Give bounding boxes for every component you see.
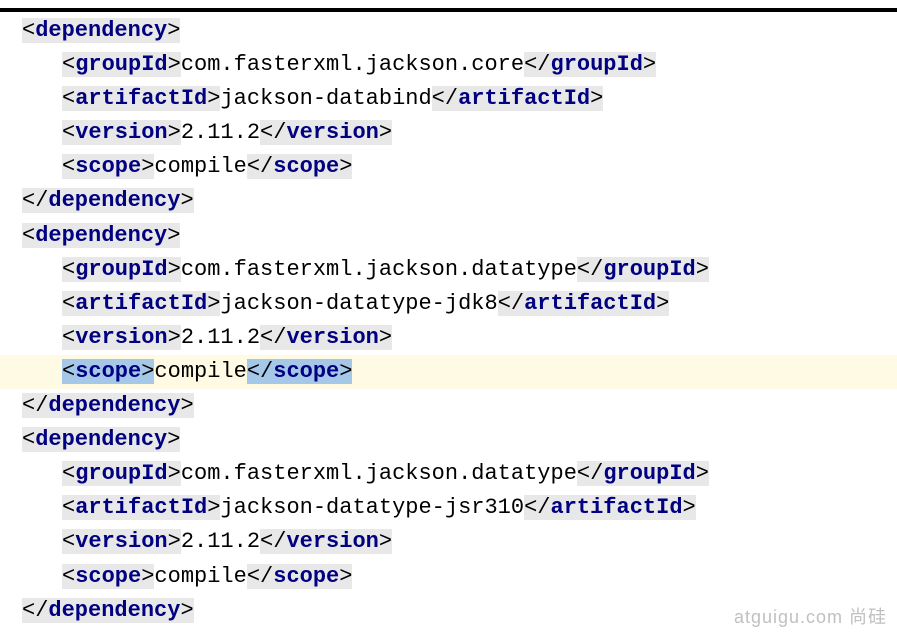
xml-line: <groupId>com.fasterxml.jackson.datatype<… bbox=[0, 457, 897, 491]
xml-line: <groupId>com.fasterxml.jackson.datatype<… bbox=[0, 253, 897, 287]
xml-line-highlighted: <scope>compile</scope> bbox=[0, 355, 897, 389]
groupId-value: com.fasterxml.jackson.datatype bbox=[181, 461, 577, 486]
code-block: <dependency> <groupId>com.fasterxml.jack… bbox=[0, 14, 897, 628]
scope-value: compile bbox=[154, 154, 246, 179]
version-value: 2.11.2 bbox=[181, 325, 260, 350]
xml-line: <scope>compile</scope> bbox=[0, 560, 897, 594]
xml-line: <dependency> bbox=[0, 14, 897, 48]
xml-line: <scope>compile</scope> bbox=[0, 150, 897, 184]
xml-line: <version>2.11.2</version> bbox=[0, 116, 897, 150]
version-value: 2.11.2 bbox=[181, 529, 260, 554]
scope-value: compile bbox=[154, 359, 246, 384]
xml-line: </dependency> bbox=[0, 389, 897, 423]
artifactId-value: jackson-datatype-jdk8 bbox=[220, 291, 497, 316]
artifactId-value: jackson-databind bbox=[220, 86, 431, 111]
xml-line: <artifactId>jackson-datatype-jsr310</art… bbox=[0, 491, 897, 525]
xml-line: </dependency> bbox=[0, 184, 897, 218]
xml-line: <version>2.11.2</version> bbox=[0, 321, 897, 355]
xml-line: <dependency> bbox=[0, 423, 897, 457]
xml-line: <version>2.11.2</version> bbox=[0, 525, 897, 559]
artifactId-value: jackson-datatype-jsr310 bbox=[220, 495, 524, 520]
xml-line: <artifactId>jackson-databind</artifactId… bbox=[0, 82, 897, 116]
xml-line: <groupId>com.fasterxml.jackson.core</gro… bbox=[0, 48, 897, 82]
scope-value: compile bbox=[154, 564, 246, 589]
xml-line: <dependency> bbox=[0, 219, 897, 253]
top-border bbox=[0, 8, 897, 12]
version-value: 2.11.2 bbox=[181, 120, 260, 145]
xml-line: <artifactId>jackson-datatype-jdk8</artif… bbox=[0, 287, 897, 321]
groupId-value: com.fasterxml.jackson.datatype bbox=[181, 257, 577, 282]
watermark: atguigu.com 尚硅 bbox=[734, 604, 887, 632]
groupId-value: com.fasterxml.jackson.core bbox=[181, 52, 524, 77]
